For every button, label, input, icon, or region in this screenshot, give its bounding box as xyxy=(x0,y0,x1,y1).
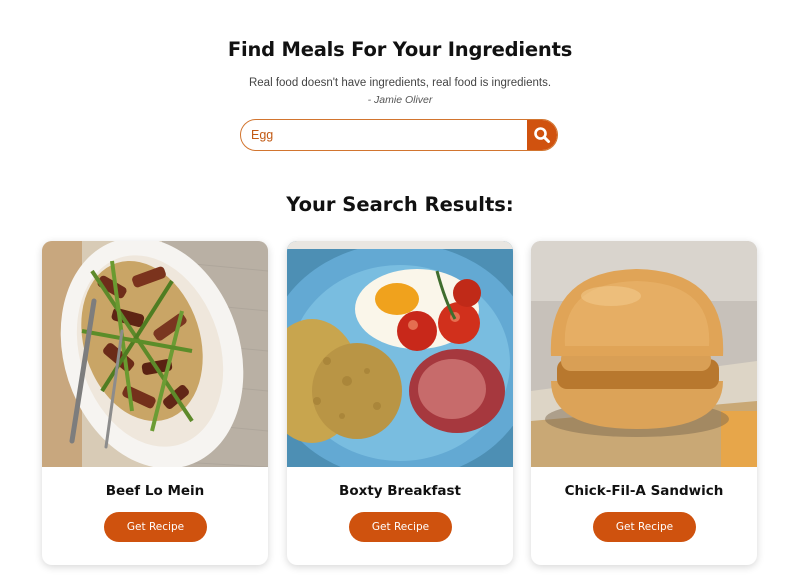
quote-author: - Jamie Oliver xyxy=(367,94,433,106)
search-input[interactable] xyxy=(241,120,529,150)
meal-image-boxty-breakfast xyxy=(287,241,513,467)
meal-image-beef-lo-mein xyxy=(42,241,268,467)
meal-card: Beef Lo Mein Get Recipe xyxy=(42,241,268,565)
search-bar xyxy=(240,119,558,151)
quote-text: Real food doesn't have ingredients, real… xyxy=(248,77,552,89)
search-icon xyxy=(534,127,550,143)
meal-card: Chick-Fil-A Sandwich Get Recipe xyxy=(531,241,757,565)
page-title: Find Meals For Your Ingredients xyxy=(227,38,573,61)
meal-card: Boxty Breakfast Get Recipe xyxy=(287,241,513,565)
search-button[interactable] xyxy=(527,120,557,150)
results-title: Your Search Results: xyxy=(286,193,514,216)
meal-name: Beef Lo Mein xyxy=(105,483,205,499)
meal-image-chick-fil-a-sandwich xyxy=(531,241,757,467)
get-recipe-button[interactable]: Get Recipe xyxy=(104,512,207,542)
meal-name: Boxty Breakfast xyxy=(339,483,461,499)
get-recipe-button[interactable]: Get Recipe xyxy=(593,512,696,542)
get-recipe-button[interactable]: Get Recipe xyxy=(349,512,452,542)
meal-name: Chick-Fil-A Sandwich xyxy=(564,483,724,499)
